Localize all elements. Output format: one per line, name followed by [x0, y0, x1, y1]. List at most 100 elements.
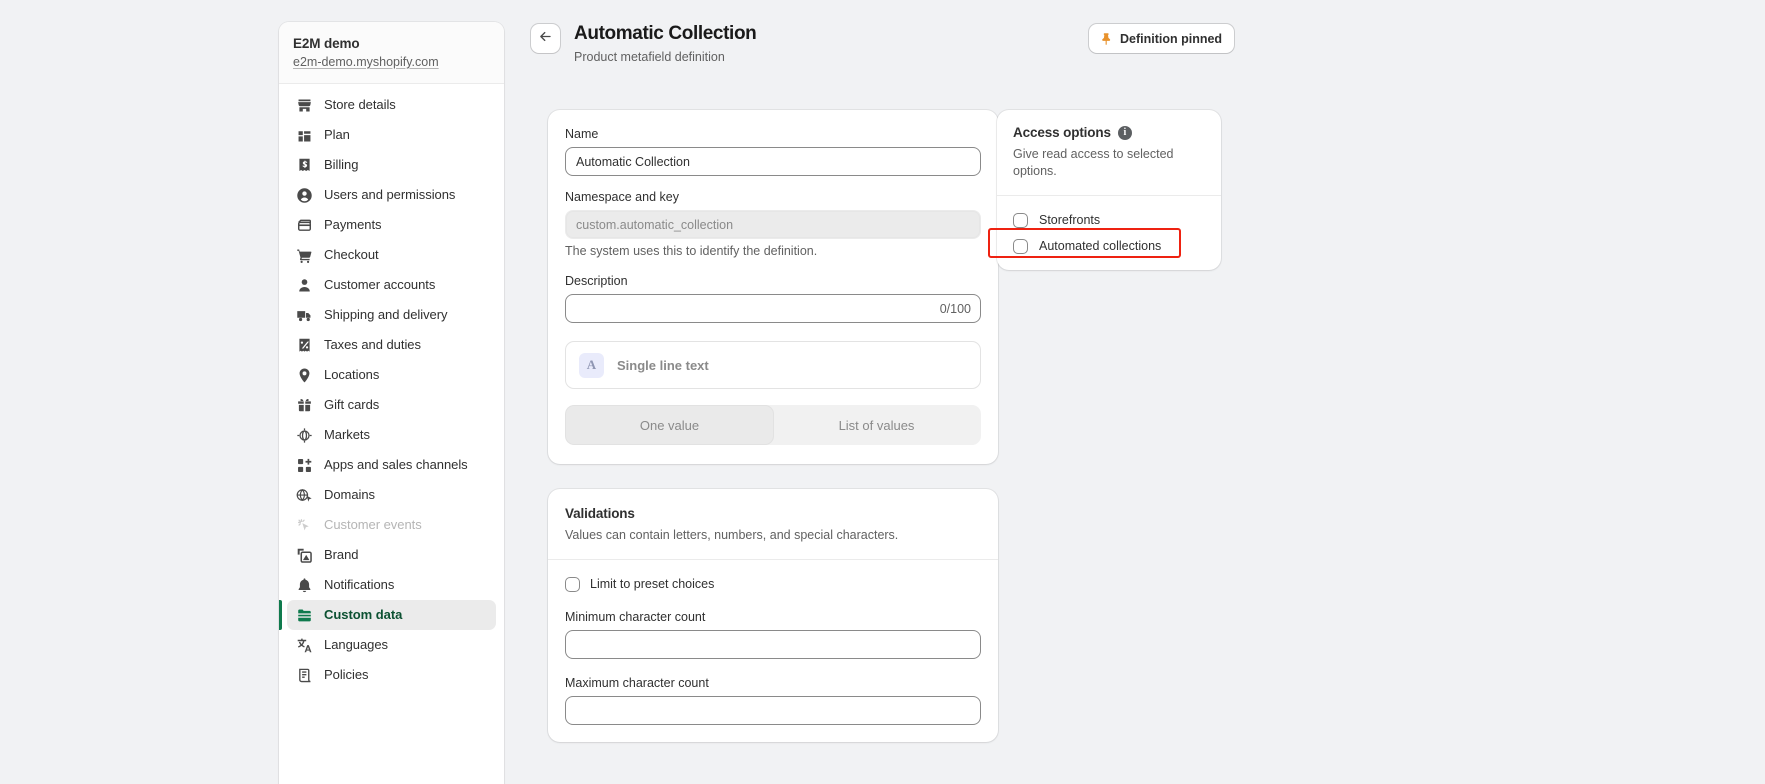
custom-data-icon — [295, 606, 313, 624]
description-field-group: Description 0/100 — [565, 273, 981, 323]
sidebar-item-locations[interactable]: Locations — [287, 360, 496, 390]
sidebar-item-languages[interactable]: Languages — [287, 630, 496, 660]
sidebar-item-store-details[interactable]: Store details — [287, 90, 496, 120]
access-options-header: Access options i Give read access to sel… — [997, 110, 1221, 196]
apps-grid-plus-icon — [295, 456, 313, 474]
arrow-left-icon — [538, 29, 553, 49]
sidebar-item-label: Gift cards — [324, 397, 379, 413]
sidebar-item-label: Billing — [324, 157, 358, 173]
sidebar-item-label: Brand — [324, 547, 359, 563]
pushpin-icon — [1099, 32, 1113, 46]
validations-title: Validations — [565, 505, 981, 523]
sidebar-item-brand[interactable]: Brand — [287, 540, 496, 570]
delivery-truck-icon — [295, 306, 313, 324]
namespace-field-group: Namespace and key custom.automatic_colle… — [565, 189, 981, 260]
namespace-label: Namespace and key — [565, 189, 981, 206]
validations-subtitle: Values can contain letters, numbers, and… — [565, 527, 981, 544]
sidebar-item-label: Markets — [324, 427, 370, 443]
settings-nav: Store details Plan Billing Users and per… — [279, 84, 504, 700]
maximum-character-count-input[interactable] — [565, 696, 981, 725]
name-input[interactable] — [565, 147, 981, 176]
plan-icon — [295, 126, 313, 144]
left-column: Name Namespace and key custom.automatic_… — [548, 110, 998, 742]
sidebar-item-label: Checkout — [324, 247, 379, 263]
sidebar-item-label: Payments — [324, 217, 382, 233]
sidebar-item-billing[interactable]: Billing — [287, 150, 496, 180]
limit-to-preset-choices-checkbox[interactable] — [565, 577, 580, 592]
sidebar-item-gift-cards[interactable]: Gift cards — [287, 390, 496, 420]
sidebar-item-shipping-and-delivery[interactable]: Shipping and delivery — [287, 300, 496, 330]
storefronts-label: Storefronts — [1039, 212, 1100, 229]
sidebar-item-plan[interactable]: Plan — [287, 120, 496, 150]
sidebar-item-label: Customer events — [324, 517, 422, 533]
text-type-icon: A — [579, 353, 604, 378]
segment-one-value[interactable]: One value — [566, 406, 773, 444]
sidebar-item-label: Languages — [324, 637, 388, 653]
storefronts-checkbox[interactable] — [1013, 213, 1028, 228]
gift-card-icon — [295, 396, 313, 414]
segment-list-of-values[interactable]: List of values — [773, 406, 980, 444]
automated-collections-checkbox[interactable] — [1013, 239, 1028, 254]
payments-icon — [295, 216, 313, 234]
policies-scroll-icon — [295, 666, 313, 684]
store-url-link[interactable]: e2m-demo.myshopify.com — [293, 54, 439, 70]
maximum-character-count-label: Maximum character count — [565, 675, 981, 692]
sidebar-item-label: Custom data — [324, 607, 402, 623]
definition-form-card: Name Namespace and key custom.automatic_… — [548, 110, 998, 464]
sidebar-item-markets[interactable]: Markets — [287, 420, 496, 450]
sidebar-item-label: Users and permissions — [324, 187, 455, 203]
store-icon — [295, 96, 313, 114]
metafield-type-row[interactable]: A Single line text — [565, 341, 981, 389]
sidebar-item-taxes-and-duties[interactable]: Taxes and duties — [287, 330, 496, 360]
value-mode-segmented-control: One value List of values — [565, 405, 981, 445]
title-block: Automatic Collection Product metafield d… — [574, 22, 756, 66]
minimum-character-count-label: Minimum character count — [565, 609, 981, 626]
main-content: Automatic Collection Product metafield d… — [531, 0, 1765, 784]
shopify-admin-page: E2M demo e2m-demo.myshopify.com Store de… — [0, 0, 1765, 784]
customer-events-cursor-icon — [295, 516, 313, 534]
sidebar-item-domains[interactable]: Domains — [287, 480, 496, 510]
location-pin-icon — [295, 366, 313, 384]
description-label: Description — [565, 273, 981, 290]
page-title: Automatic Collection — [574, 22, 756, 46]
metafield-type-label: Single line text — [617, 358, 709, 373]
sidebar-item-policies[interactable]: Policies — [287, 660, 496, 690]
domains-globe-icon — [295, 486, 313, 504]
bell-icon — [295, 576, 313, 594]
name-label: Name — [565, 126, 981, 143]
definition-pinned-button[interactable]: Definition pinned — [1089, 24, 1234, 53]
users-icon — [295, 186, 313, 204]
sidebar-item-label: Shipping and delivery — [324, 307, 448, 323]
sidebar-item-label: Store details — [324, 97, 396, 113]
sidebar-item-users-and-permissions[interactable]: Users and permissions — [287, 180, 496, 210]
sidebar-item-customer-accounts[interactable]: Customer accounts — [287, 270, 496, 300]
sidebar-item-notifications[interactable]: Notifications — [287, 570, 496, 600]
limit-to-preset-choices-row[interactable]: Limit to preset choices — [565, 576, 981, 593]
customer-account-icon — [295, 276, 313, 294]
brand-image-icon — [295, 546, 313, 564]
sidebar-item-custom-data[interactable]: Custom data — [287, 600, 496, 630]
sidebar-item-checkout[interactable]: Checkout — [287, 240, 496, 270]
automated-collections-option-row[interactable]: Automated collections — [1013, 236, 1205, 256]
info-icon[interactable]: i — [1118, 126, 1132, 140]
sidebar-item-apps-and-sales-channels[interactable]: Apps and sales channels — [287, 450, 496, 480]
sidebar-item-customer-events[interactable]: Customer events — [287, 510, 496, 540]
billing-icon — [295, 156, 313, 174]
automated-collections-label: Automated collections — [1039, 238, 1161, 255]
validations-body: Limit to preset choices Minimum characte… — [548, 560, 998, 742]
definition-pinned-label: Definition pinned — [1120, 32, 1222, 46]
sidebar-item-label: Plan — [324, 127, 350, 143]
page-subtitle: Product metafield definition — [574, 49, 756, 66]
storefronts-option-row[interactable]: Storefronts — [1013, 210, 1205, 230]
languages-translate-icon — [295, 636, 313, 654]
store-name: E2M demo — [293, 35, 490, 52]
minimum-character-count-input[interactable] — [565, 630, 981, 659]
back-button[interactable] — [531, 24, 560, 53]
minimum-character-count-group: Minimum character count — [565, 609, 981, 659]
description-input[interactable] — [565, 294, 981, 323]
taxes-receipt-icon — [295, 336, 313, 354]
sidebar-item-payments[interactable]: Payments — [287, 210, 496, 240]
maximum-character-count-group: Maximum character count — [565, 675, 981, 725]
namespace-readonly-input: custom.automatic_collection — [565, 210, 981, 239]
sidebar-item-label: Apps and sales channels — [324, 457, 468, 473]
